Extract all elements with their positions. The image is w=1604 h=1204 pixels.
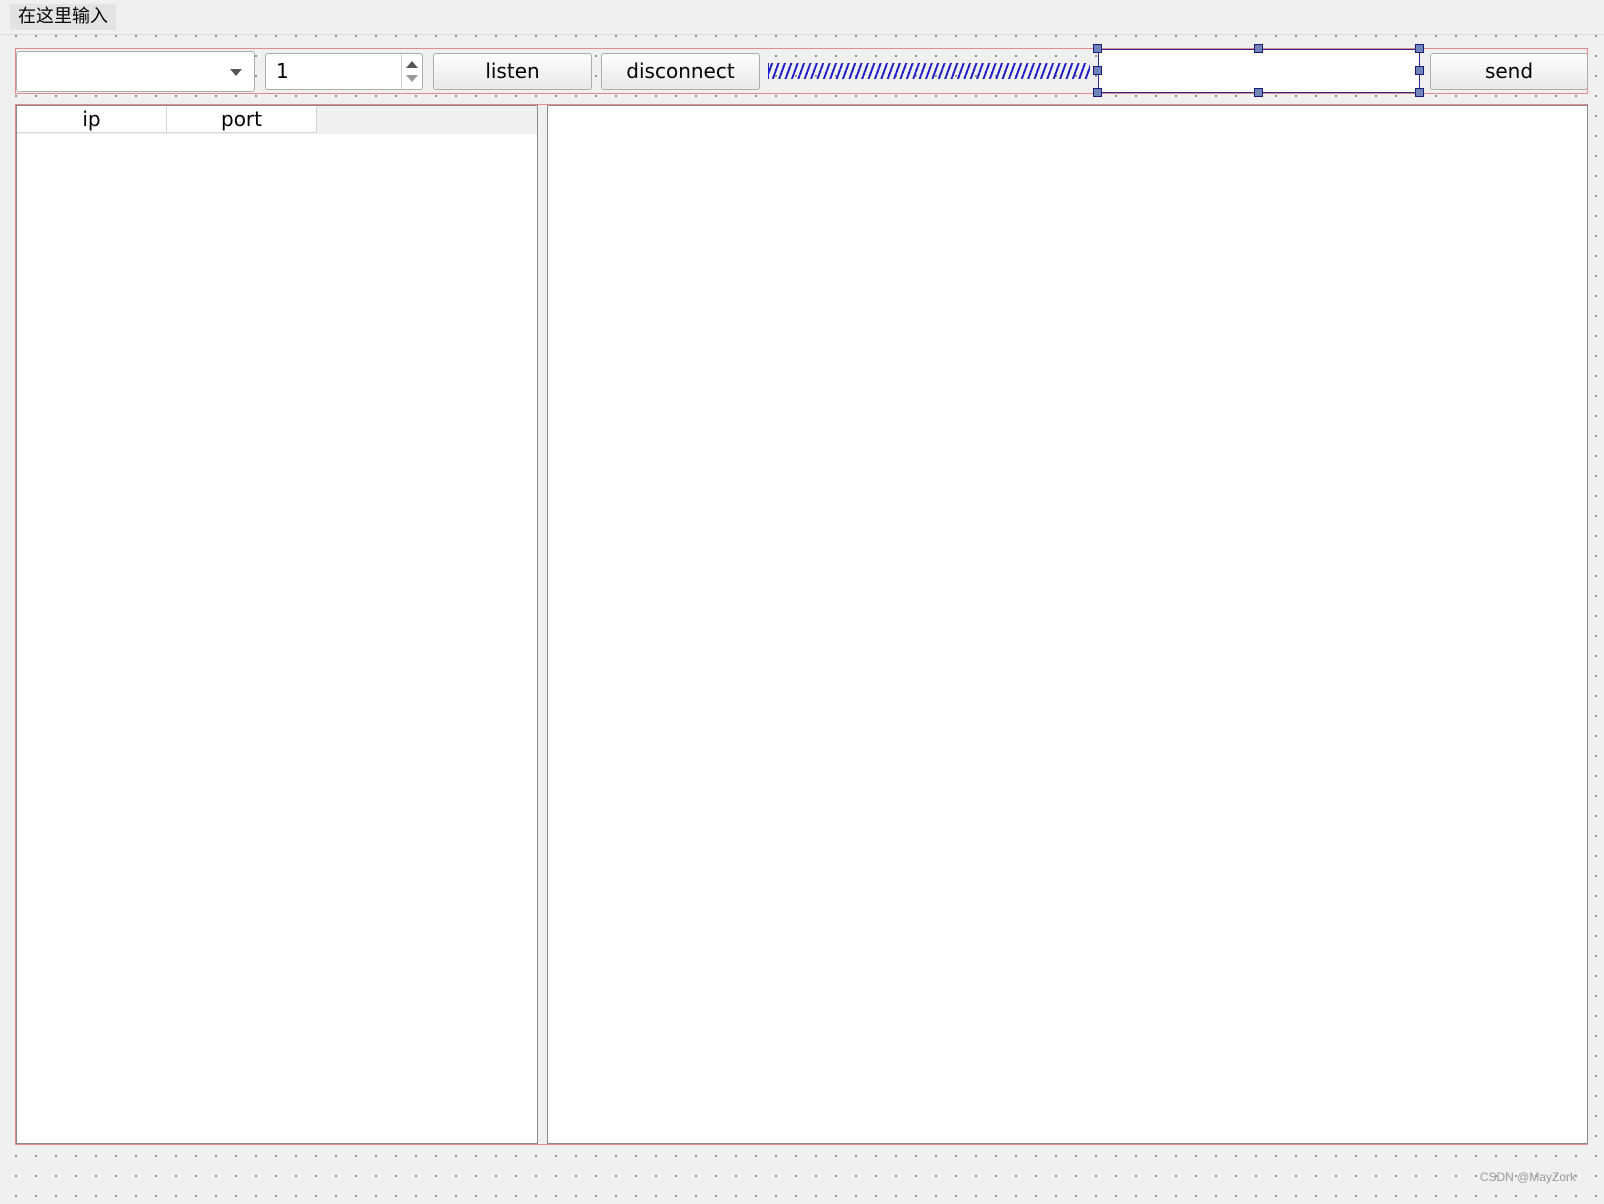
horizontal-spacer[interactable] [768,63,1090,79]
arrow-down-icon[interactable] [406,75,418,82]
resize-handle-n[interactable] [1254,44,1263,53]
disconnect-button[interactable]: disconnect [601,53,760,90]
chevron-down-icon[interactable] [230,69,242,76]
column-header-port[interactable]: port [167,106,317,133]
form-canvas: 在这里输入 1 listen disconnect send ip port C… [0,0,1604,1204]
resize-handle-nw[interactable] [1093,44,1102,53]
table-header: ip port [17,106,537,134]
menu-placeholder[interactable]: 在这里输入 [10,4,116,30]
send-button[interactable]: send [1430,53,1588,90]
resize-handle-se[interactable] [1415,88,1424,97]
client-table[interactable]: ip port [16,105,538,1144]
resize-handle-e[interactable] [1415,66,1424,75]
column-header-ip[interactable]: ip [17,106,167,133]
message-log-view[interactable] [547,105,1588,1144]
send-message-input[interactable] [1098,49,1420,93]
spinbox-buttons [401,54,422,89]
watermark: CSDN @MayZork [1479,1170,1576,1184]
menu-bar: 在这里输入 [0,0,1604,35]
spinbox-value[interactable]: 1 [276,54,289,89]
resize-handle-ne[interactable] [1415,44,1424,53]
port-spinbox[interactable]: 1 [265,53,423,90]
resize-handle-s[interactable] [1254,88,1263,97]
listen-button[interactable]: listen [433,53,592,90]
resize-handle-sw[interactable] [1093,88,1102,97]
splitter-handle[interactable] [538,105,546,1144]
arrow-up-icon[interactable] [406,61,418,68]
resize-handle-w[interactable] [1093,66,1102,75]
server-combobox[interactable] [16,51,255,92]
